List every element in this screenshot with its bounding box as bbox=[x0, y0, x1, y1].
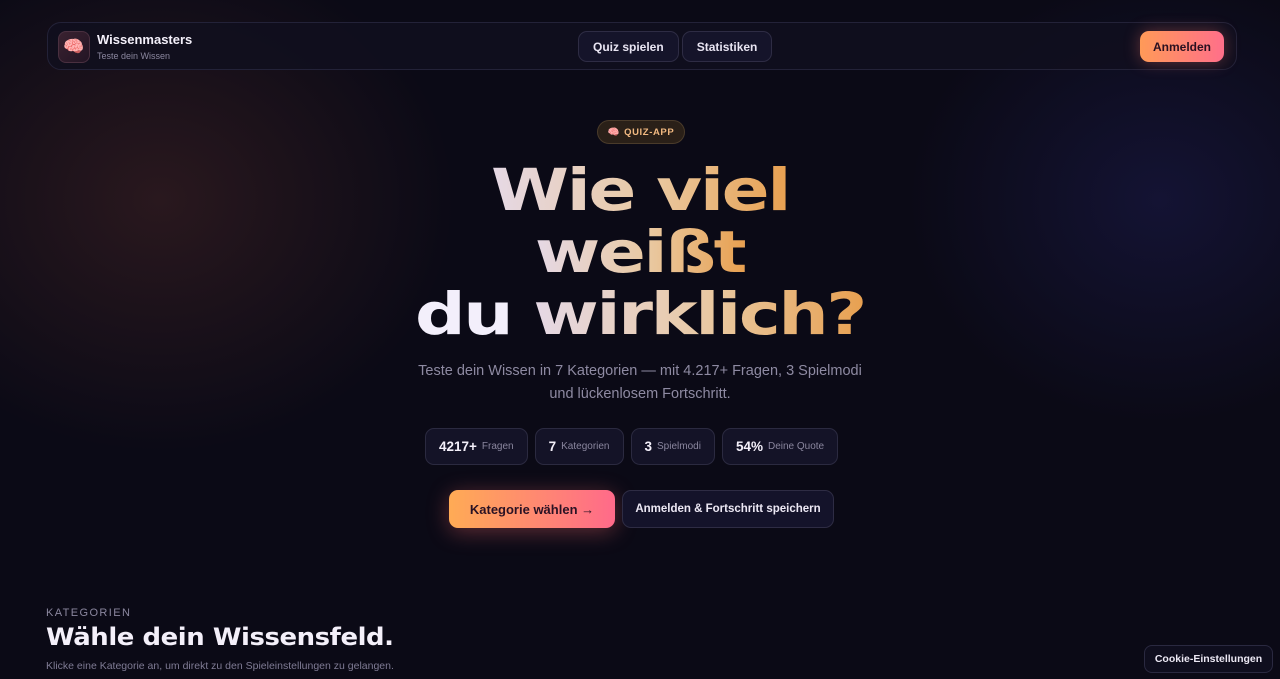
hero-subtitle: Teste dein Wissen in 7 Kategorien — mit … bbox=[0, 360, 1280, 406]
stat-value: 4217+ bbox=[439, 439, 477, 454]
stat-label: Fragen bbox=[481, 441, 514, 452]
stat-label: Spielmodi bbox=[657, 441, 701, 452]
stat-value: 7 bbox=[548, 439, 557, 454]
brand-subtitle: Teste dein Wissen bbox=[97, 51, 171, 61]
choose-category-button[interactable]: Kategorie wählen → bbox=[449, 490, 615, 528]
stats-row: 4217+ Fragen 7 Kategorien 3 Spielmodi 54… bbox=[425, 428, 839, 465]
nav-tabs: Quiz spielen Statistiken bbox=[578, 31, 773, 62]
hero-subtitle-line-1: Teste dein Wissen in 7 Kategorien — mit … bbox=[418, 363, 862, 379]
hero-line-1: Wie viel bbox=[0, 160, 1280, 220]
login-save-progress-button[interactable]: Anmelden & Fortschritt speichern bbox=[622, 490, 834, 528]
stat-spielmodi: 3 Spielmodi bbox=[630, 428, 715, 465]
hero-line-1-text: Wie viel bbox=[490, 156, 791, 224]
hero-line-3: du wirklich? bbox=[0, 284, 1280, 344]
tab-statistiken[interactable]: Statistiken bbox=[681, 31, 773, 62]
stat-value: 3 bbox=[644, 439, 653, 454]
hero-line-3-highlight: wirklich? bbox=[533, 280, 867, 348]
top-navbar: 🧠 Wissenmasters Teste dein Wissen Quiz s… bbox=[47, 22, 1237, 70]
brand-title[interactable]: Wissenmasters bbox=[97, 32, 192, 47]
section-subtitle: Klicke eine Kategorie an, um direkt zu d… bbox=[46, 660, 394, 672]
tab-quiz-spielen[interactable]: Quiz spielen bbox=[578, 31, 679, 62]
brain-logo-icon[interactable]: 🧠 bbox=[58, 31, 90, 63]
hero-subtitle-line-2: und lückenlosem Fortschritt. bbox=[549, 386, 731, 402]
cookie-settings-button[interactable]: Cookie-Einstellungen bbox=[1144, 645, 1273, 673]
stat-value: 54% bbox=[735, 439, 763, 454]
brain-icon: 🧠 bbox=[607, 126, 621, 138]
hero-line-2-text: weißt bbox=[534, 218, 748, 286]
quiz-app-badge: 🧠 QUIZ-APP bbox=[597, 120, 685, 144]
stat-label: Deine Quote bbox=[767, 441, 825, 452]
stat-quote: 54% Deine Quote bbox=[721, 428, 839, 465]
hero-line-3-prefix: du bbox=[415, 280, 534, 348]
section-title: Wähle dein Wissensfeld. bbox=[46, 623, 394, 651]
stat-fragen: 4217+ Fragen bbox=[425, 428, 528, 465]
badge-label: QUIZ-APP bbox=[624, 126, 675, 138]
stat-kategorien: 7 Kategorien bbox=[534, 428, 624, 465]
stat-label: Kategorien bbox=[561, 441, 610, 452]
login-button[interactable]: Anmelden bbox=[1140, 31, 1224, 62]
hero-line-2: weißt bbox=[0, 222, 1280, 282]
section-eyebrow: KATEGORIEN bbox=[46, 607, 132, 619]
